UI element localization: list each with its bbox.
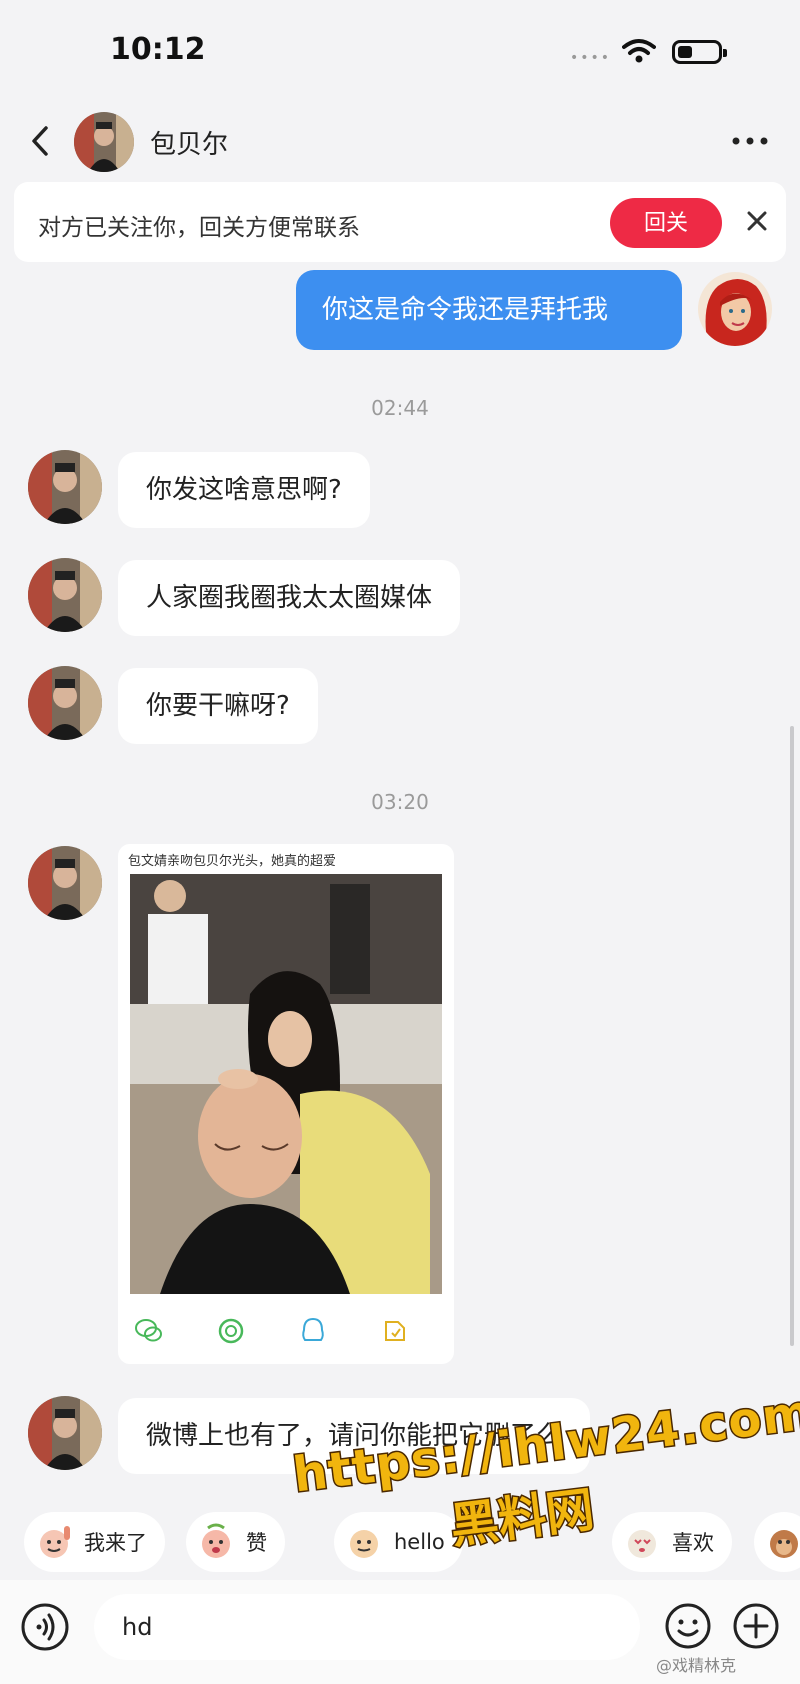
follow-back-banner: 对方已关注你，回关方便常联系 回关 [14,182,786,262]
more-options-icon[interactable] [730,136,770,146]
emoji-wave-icon [40,1526,70,1558]
moments-share-icon[interactable] [216,1316,246,1346]
back-arrow-icon[interactable] [26,124,56,158]
chat-scrollbar[interactable] [790,726,794,1346]
qq-share-icon[interactable] [298,1316,328,1346]
banner-text: 对方已关注你，回关方便常联系 [38,215,360,241]
quick-reply-chip[interactable]: 我来了 [24,1512,165,1572]
contact-name: 包贝尔 [150,130,229,160]
chat-header: 包贝尔 [0,108,800,174]
sender-avatar[interactable] [28,666,102,740]
contact-avatar[interactable] [74,112,134,172]
wechat-share-icon[interactable] [134,1316,164,1346]
watermark-site-name: 黑料网 [446,1480,599,1556]
shared-photo[interactable] [130,874,442,1294]
received-message-bubble[interactable]: 你发这啥意思啊? [118,452,370,528]
quick-reply-label: 赞 [246,1531,267,1555]
status-time: 10:12 [110,32,206,67]
received-message-bubble[interactable]: 人家圈我圈我太太圈媒体 [118,560,461,636]
emoji-picker-icon[interactable] [664,1602,712,1650]
received-message-bubble[interactable]: 你要干嘛呀? [118,668,318,744]
emoji-like-icon [202,1523,230,1558]
wifi-icon [622,39,656,63]
weibo-source-tag: @戏精林克 [656,1656,737,1675]
share-options-row [118,1306,454,1356]
sender-avatar[interactable] [28,846,102,920]
shared-image-message[interactable]: 包文婧亲吻包贝尔光头，她真的超爱 [118,844,454,1364]
battery-icon [672,40,727,64]
message-timestamp: 03:20 [371,790,429,814]
image-caption: 包文婧亲吻包贝尔光头，她真的超爱 [128,854,337,869]
message-timestamp: 02:44 [371,396,429,420]
sender-avatar[interactable] [28,450,102,524]
status-bar: 10:12 •••• [0,0,800,100]
close-icon[interactable] [742,206,772,236]
sender-avatar[interactable] [28,1396,102,1470]
message-text-input[interactable] [94,1594,640,1660]
voice-input-icon[interactable] [20,1602,70,1652]
more-actions-plus-icon[interactable] [732,1602,780,1650]
cellular-signal-icon: •••• [570,50,612,66]
save-share-icon[interactable] [380,1316,410,1346]
my-avatar[interactable] [698,272,772,346]
sender-avatar[interactable] [28,558,102,632]
quick-reply-label: 我来了 [84,1531,147,1555]
follow-back-button[interactable]: 回关 [610,198,722,248]
emoji-monkey-icon [770,1530,798,1558]
quick-reply-chip[interactable]: 赞 [186,1512,285,1572]
sent-message-bubble[interactable]: 你这是命令我还是拜托我 [296,270,682,350]
quick-reply-chip[interactable] [754,1512,800,1572]
